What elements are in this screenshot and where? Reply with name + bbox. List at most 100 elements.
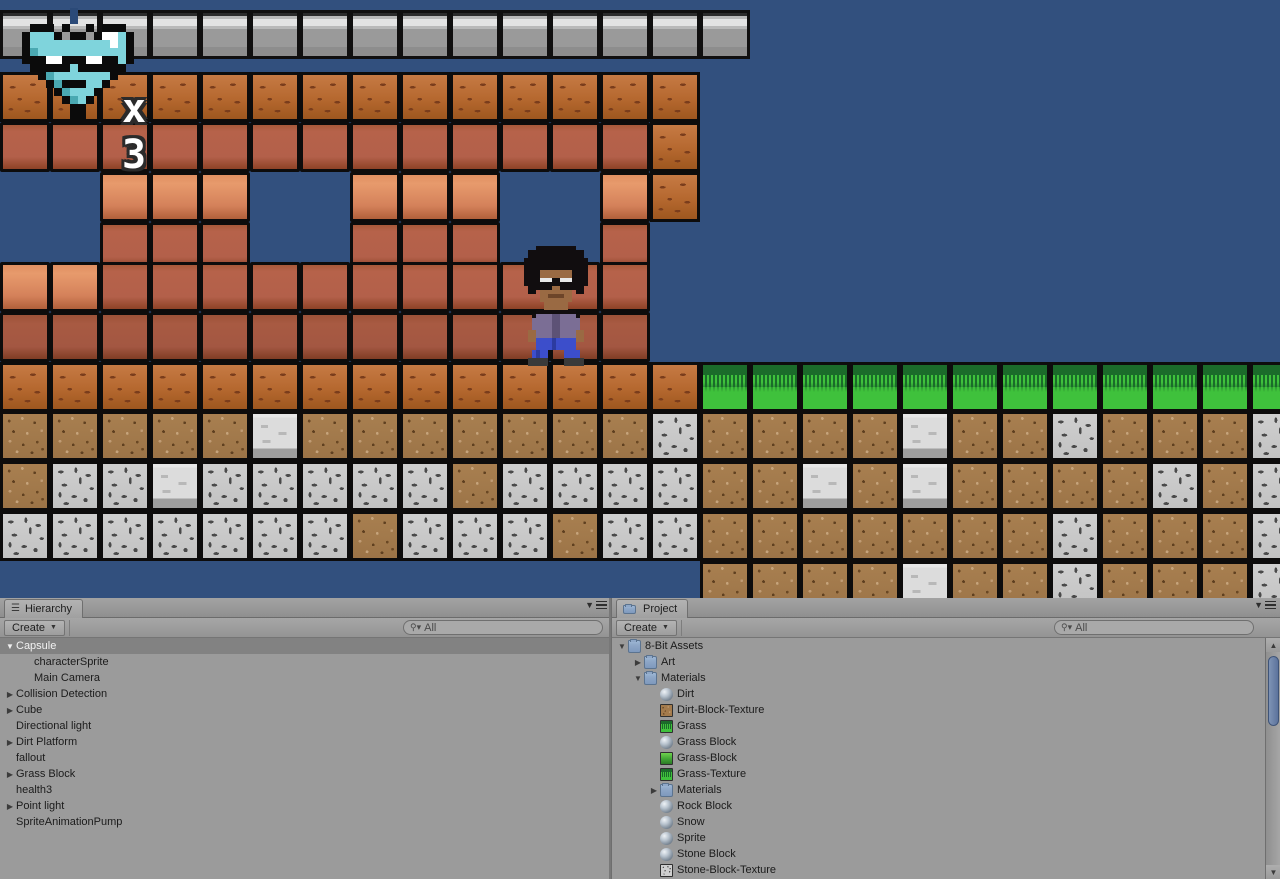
project-item-grass[interactable]: Grass — [612, 718, 1265, 734]
project-item-label: Materials — [677, 784, 722, 796]
scroll-up-icon[interactable]: ▲ — [1266, 638, 1280, 652]
tile-rock — [200, 511, 250, 561]
tile-dirt — [1100, 561, 1150, 598]
project-tab-menu[interactable]: ▼ — [1254, 600, 1276, 610]
tile-dirt — [150, 411, 200, 461]
tile-dirt — [700, 461, 750, 511]
hierarchy-create-button[interactable]: Create ▼ — [4, 619, 65, 636]
tile-dirt — [950, 561, 1000, 598]
tile-dirt — [750, 561, 800, 598]
chevron-down-icon[interactable]: ▼ — [632, 674, 644, 683]
tile-dirt — [50, 411, 100, 461]
tile-dirt — [350, 411, 400, 461]
project-create-button[interactable]: Create ▼ — [616, 619, 677, 636]
project-search-input[interactable]: ⚲▾ All — [1054, 620, 1254, 635]
hud-health-display: x 3 — [14, 8, 146, 178]
chevron-right-icon[interactable]: ▶ — [4, 738, 16, 747]
project-item-materials[interactable]: ▶ Materials — [612, 782, 1265, 798]
project-item-grass-block[interactable]: Grass-Block — [612, 750, 1265, 766]
project-item-rock-block[interactable]: Rock Block — [612, 798, 1265, 814]
tile-rock — [150, 511, 200, 561]
hierarchy-create-label: Create — [12, 621, 46, 634]
chevron-down-icon: ▼ — [662, 624, 669, 631]
hierarchy-item-spriteanimationpump[interactable]: SpriteAnimationPump — [0, 814, 611, 830]
tile-clay — [250, 122, 300, 172]
tile-clay-dim — [250, 312, 300, 362]
project-item-grass-block[interactable]: Grass Block — [612, 734, 1265, 750]
hierarchy-item-point-light[interactable]: ▶ Point light — [0, 798, 611, 814]
hierarchy-tab-menu[interactable]: ▼ — [585, 600, 607, 610]
tile-grass — [800, 362, 850, 412]
project-item-materials[interactable]: ▼ Materials — [612, 670, 1265, 686]
tile-dirt — [1150, 411, 1200, 461]
project-item-label: Dirt — [677, 688, 695, 700]
project-item-stone-block-texture[interactable]: Stone-Block-Texture — [612, 862, 1265, 878]
chevron-right-icon[interactable]: ▶ — [648, 786, 660, 795]
project-item-8-bit-assets[interactable]: ▼ 8-Bit Assets — [612, 638, 1265, 654]
material-sphere-icon — [660, 815, 673, 829]
tile-stonebar — [700, 10, 750, 59]
chevron-right-icon[interactable]: ▶ — [4, 802, 16, 811]
hierarchy-item-capsule[interactable]: ▼ Capsule — [0, 638, 611, 654]
tile-dirt — [550, 411, 600, 461]
tile-dirt — [350, 511, 400, 561]
project-item-label: Grass Block — [677, 736, 737, 748]
tile-dirt — [1000, 411, 1050, 461]
tile-grass — [900, 362, 950, 412]
project-item-dirt[interactable]: Dirt — [612, 686, 1265, 702]
tile-snow — [250, 411, 300, 461]
project-item-stone-block[interactable]: Stone Block — [612, 846, 1265, 862]
hierarchy-item-cube[interactable]: ▶ Cube — [0, 702, 611, 718]
hierarchy-item-dirt-platform[interactable]: ▶ Dirt Platform — [0, 734, 611, 750]
material-sphere-icon — [660, 687, 673, 701]
hierarchy-item-charactersprite[interactable]: characterSprite — [0, 654, 611, 670]
tile-dirt — [800, 411, 850, 461]
hierarchy-item-grass-block[interactable]: ▶ Grass Block — [0, 766, 611, 782]
tab-hierarchy[interactable]: ☰ Hierarchy — [4, 599, 84, 618]
tile-dirt — [500, 411, 550, 461]
project-item-dirt-block-texture[interactable]: Dirt-Block-Texture — [612, 702, 1265, 718]
hierarchy-item-directional-light[interactable]: Directional light — [0, 718, 611, 734]
chevron-right-icon[interactable]: ▶ — [632, 658, 644, 667]
grass-material-icon — [660, 751, 673, 765]
hierarchy-search-input[interactable]: ⚲▾ All — [403, 620, 603, 635]
chevron-right-icon[interactable]: ▶ — [4, 690, 16, 699]
tile-dirt — [200, 411, 250, 461]
hierarchy-panel: ☰ Hierarchy ▼ Create ▼ ⚲▾ All ▼ Capsule ch… — [0, 598, 611, 879]
hierarchy-tree[interactable]: ▼ Capsule characterSprite Main Camera ▶ Colli… — [0, 638, 611, 879]
tile-rock — [100, 461, 150, 511]
tile-dirt — [1000, 461, 1050, 511]
material-sphere-icon — [660, 799, 673, 813]
project-item-label: Stone-Block-Texture — [677, 864, 777, 876]
tile-stonebar — [350, 10, 400, 59]
project-tree[interactable]: ▼ 8-Bit Assets ▶ Art ▼ Materials Dirt Dirt-Bloc… — [612, 638, 1265, 879]
project-item-snow[interactable]: Snow — [612, 814, 1265, 830]
hierarchy-item-fallout[interactable]: fallout — [0, 750, 611, 766]
tile-stonebar — [400, 10, 450, 59]
project-item-sprite[interactable]: Sprite — [612, 830, 1265, 846]
project-item-art[interactable]: ▶ Art — [612, 654, 1265, 670]
tile-brick — [50, 362, 100, 412]
project-item-label: Rock Block — [677, 800, 733, 812]
chevron-right-icon[interactable]: ▶ — [4, 770, 16, 779]
chevron-right-icon[interactable]: ▶ — [4, 706, 16, 715]
game-view[interactable]: x 3 — [0, 0, 1280, 598]
tile-dirt — [700, 511, 750, 561]
hierarchy-item-collision-detection[interactable]: ▶ Collision Detection — [0, 686, 611, 702]
hierarchy-item-main-camera[interactable]: Main Camera — [0, 670, 611, 686]
scroll-down-icon[interactable]: ▼ — [1266, 865, 1280, 879]
tile-rock — [300, 461, 350, 511]
hierarchy-item-health3[interactable]: health3 — [0, 782, 611, 798]
tile-rock — [500, 461, 550, 511]
tile-dirt — [450, 411, 500, 461]
scrollbar-thumb[interactable] — [1268, 656, 1279, 726]
project-item-grass-texture[interactable]: Grass-Texture — [612, 766, 1265, 782]
tile-dirt — [850, 411, 900, 461]
tile-clay-lit — [350, 172, 400, 222]
chevron-down-icon[interactable]: ▼ — [616, 642, 628, 651]
tab-project[interactable]: Project — [616, 599, 689, 618]
chevron-down-icon[interactable]: ▼ — [4, 642, 16, 651]
tile-rock — [100, 511, 150, 561]
project-vertical-scrollbar[interactable]: ▲ ▼ — [1265, 638, 1280, 879]
hierarchy-item-label: Main Camera — [34, 672, 101, 684]
